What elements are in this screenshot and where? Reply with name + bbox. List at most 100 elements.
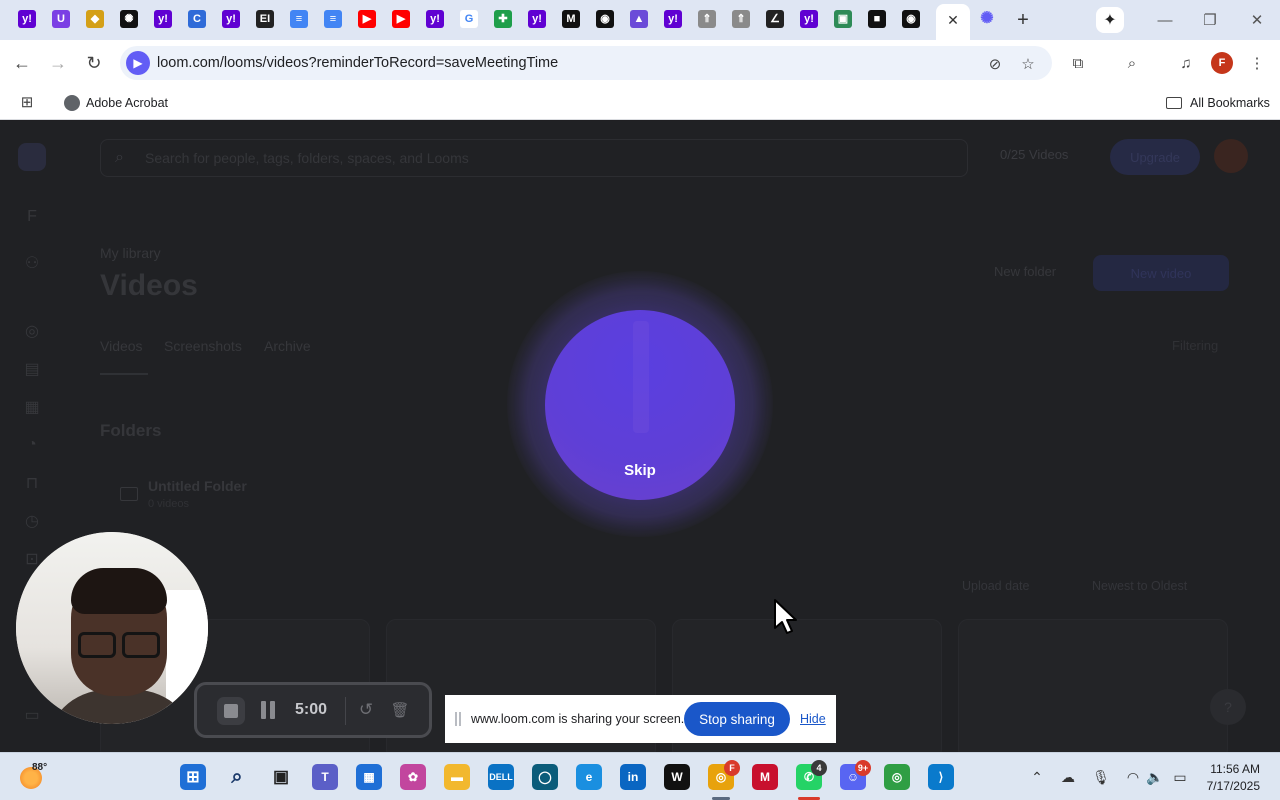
show-hidden-icons-icon[interactable]: ⌃ [1027,767,1047,787]
url-text[interactable]: loom.com/looms/videos?reminderToRecord=s… [157,55,558,71]
ei-app-icon[interactable]: EI [256,10,274,28]
gold-diamond-icon[interactable]: ◆ [86,10,104,28]
extensions-icon[interactable]: ⧉ [1067,52,1089,74]
webcam-bubble[interactable] [16,532,208,724]
address-bar[interactable]: ▶ loom.com/looms/videos?reminderToRecord… [120,46,1052,80]
teams-icon[interactable]: T [312,764,338,790]
search-icon[interactable]: ⌕ [224,764,250,790]
copilot-icon[interactable]: ✿ [400,764,426,790]
profile-avatar[interactable]: F [1211,52,1233,74]
apps-grid-icon[interactable]: ⊞ [18,93,36,111]
stop-recording-button[interactable] [217,697,245,725]
filter-button[interactable]: Filtering [1172,338,1218,353]
new-video-button[interactable]: New video [1093,255,1229,291]
mcafee-icon[interactable]: M [752,764,778,790]
breadcrumb[interactable]: My library [100,245,161,261]
google-icon[interactable]: G [460,10,478,28]
bookmark-adobe-acrobat[interactable]: Adobe Acrobat [64,93,168,113]
drag-handle-icon[interactable] [455,712,461,726]
green-plus-icon[interactable]: ✚ [494,10,512,28]
clock-time[interactable]: 11:56 AM [1208,762,1260,776]
youtube-icon[interactable]: ▶ [358,10,376,28]
bookmark-icon[interactable]: ⊓ [22,473,42,493]
restart-icon[interactable]: ↺ [355,699,377,721]
skip-countdown-button[interactable]: Skip [610,462,670,479]
yahoo-icon[interactable]: y! [222,10,240,28]
avatar[interactable] [1214,139,1248,173]
history-icon[interactable]: ◷ [22,511,42,531]
upgrade-button[interactable]: Upgrade [1110,139,1200,175]
add-user-icon[interactable]: ⚇ [22,253,42,273]
tab-archive[interactable]: Archive [264,338,311,354]
clock-date[interactable]: 7/17/2025 [1196,779,1260,793]
task-view-icon[interactable]: ▣ [268,764,294,790]
search-input[interactable]: ⌕ Search for people, tags, folders, spac… [100,139,968,177]
new-tab-button[interactable]: + [1012,9,1034,31]
circle-app-icon[interactable]: ◯ [532,764,558,790]
sort-by-dropdown[interactable]: Upload date [962,579,1029,593]
chat-app-icon[interactable]: ▣ [834,10,852,28]
vscode-icon[interactable]: ⟩ [928,764,954,790]
openai-icon[interactable]: ✺ [120,10,138,28]
c-app-icon[interactable]: C [188,10,206,28]
library-icon[interactable]: ▤ [22,359,42,379]
pause-recording-button[interactable] [259,699,279,723]
microphone-icon[interactable]: 🎙 [1091,767,1111,787]
uphold-icon[interactable]: U [52,10,70,28]
windows-start-icon[interactable]: ⊞ [180,764,206,790]
onedrive-icon[interactable]: ☁ [1058,767,1078,787]
trash-icon[interactable]: 🗑 [389,699,411,721]
youtube-icon[interactable]: ▶ [392,10,410,28]
file-explorer-icon[interactable]: ▬ [444,764,470,790]
forward-arrow-icon[interactable]: → [46,51,70,75]
sort-order-dropdown[interactable]: Newest to Oldest [1092,579,1187,593]
calendar-icon[interactable]: ▦ [22,397,42,417]
chrome-profile-icon[interactable]: ◎ [884,764,910,790]
restore-icon[interactable]: ❐ [1198,8,1222,32]
dell-icon[interactable]: DELL [488,764,514,790]
yahoo-icon[interactable]: y! [154,10,172,28]
notifications-icon[interactable]: ◔ [22,435,42,455]
google-docs-icon[interactable]: ≡ [324,10,342,28]
tab-videos[interactable]: Videos [100,338,143,354]
gemini-icon[interactable]: ✦ [1096,7,1124,33]
help-icon[interactable]: ? [1210,689,1246,725]
volume-icon[interactable]: 🔈 [1145,767,1165,787]
google-docs-icon[interactable]: ≡ [290,10,308,28]
new-folder-button[interactable]: New folder [994,264,1056,279]
store-icon[interactable]: ▦ [356,764,382,790]
tab-search-icon[interactable]: ⌕ [1121,52,1143,74]
back-arrow-icon[interactable]: ← [10,51,34,75]
feather-icon[interactable]: ∠ [766,10,784,28]
record-app-icon[interactable]: ■ [868,10,886,28]
medium-icon[interactable]: M [562,10,580,28]
reload-icon[interactable]: ↻ [82,51,106,75]
folder-card[interactable]: Untitled Folder 0 videos [100,465,300,521]
yahoo-icon[interactable]: y! [426,10,444,28]
workspace-icon[interactable]: F [22,207,42,227]
yahoo-icon[interactable]: y! [18,10,36,28]
rocket-icon[interactable]: ⇑ [698,10,716,28]
triangle-app-icon[interactable]: ▲ [630,10,648,28]
github-icon[interactable]: ◉ [902,10,920,28]
video-thumbnail[interactable] [958,619,1228,752]
all-bookmarks-button[interactable]: All Bookmarks [1166,93,1270,113]
yahoo-icon[interactable]: y! [664,10,682,28]
battery-icon[interactable]: ▭ [1170,767,1190,787]
minimize-icon[interactable]: — [1153,8,1177,32]
close-tab-icon[interactable]: ✕ [943,10,963,30]
loom-icon[interactable]: ✺ [978,10,996,28]
close-window-icon[interactable]: ✕ [1245,8,1269,32]
rocket-icon[interactable]: ⇑ [732,10,750,28]
camera-blocked-icon[interactable]: ⊘ [985,54,1005,74]
tab-screenshots[interactable]: Screenshots [164,338,242,354]
github-icon[interactable]: ◉ [596,10,614,28]
edge-icon[interactable]: e [576,764,602,790]
wikipedia-icon[interactable]: W [664,764,690,790]
yahoo-icon[interactable]: y! [528,10,546,28]
linkedin-icon[interactable]: in [620,764,646,790]
yahoo-icon[interactable]: y! [800,10,818,28]
bookmark-star-icon[interactable]: ☆ [1018,54,1038,74]
profile-icon[interactable]: ◎ [22,321,42,341]
media-controls-icon[interactable]: ♫ [1175,52,1197,74]
